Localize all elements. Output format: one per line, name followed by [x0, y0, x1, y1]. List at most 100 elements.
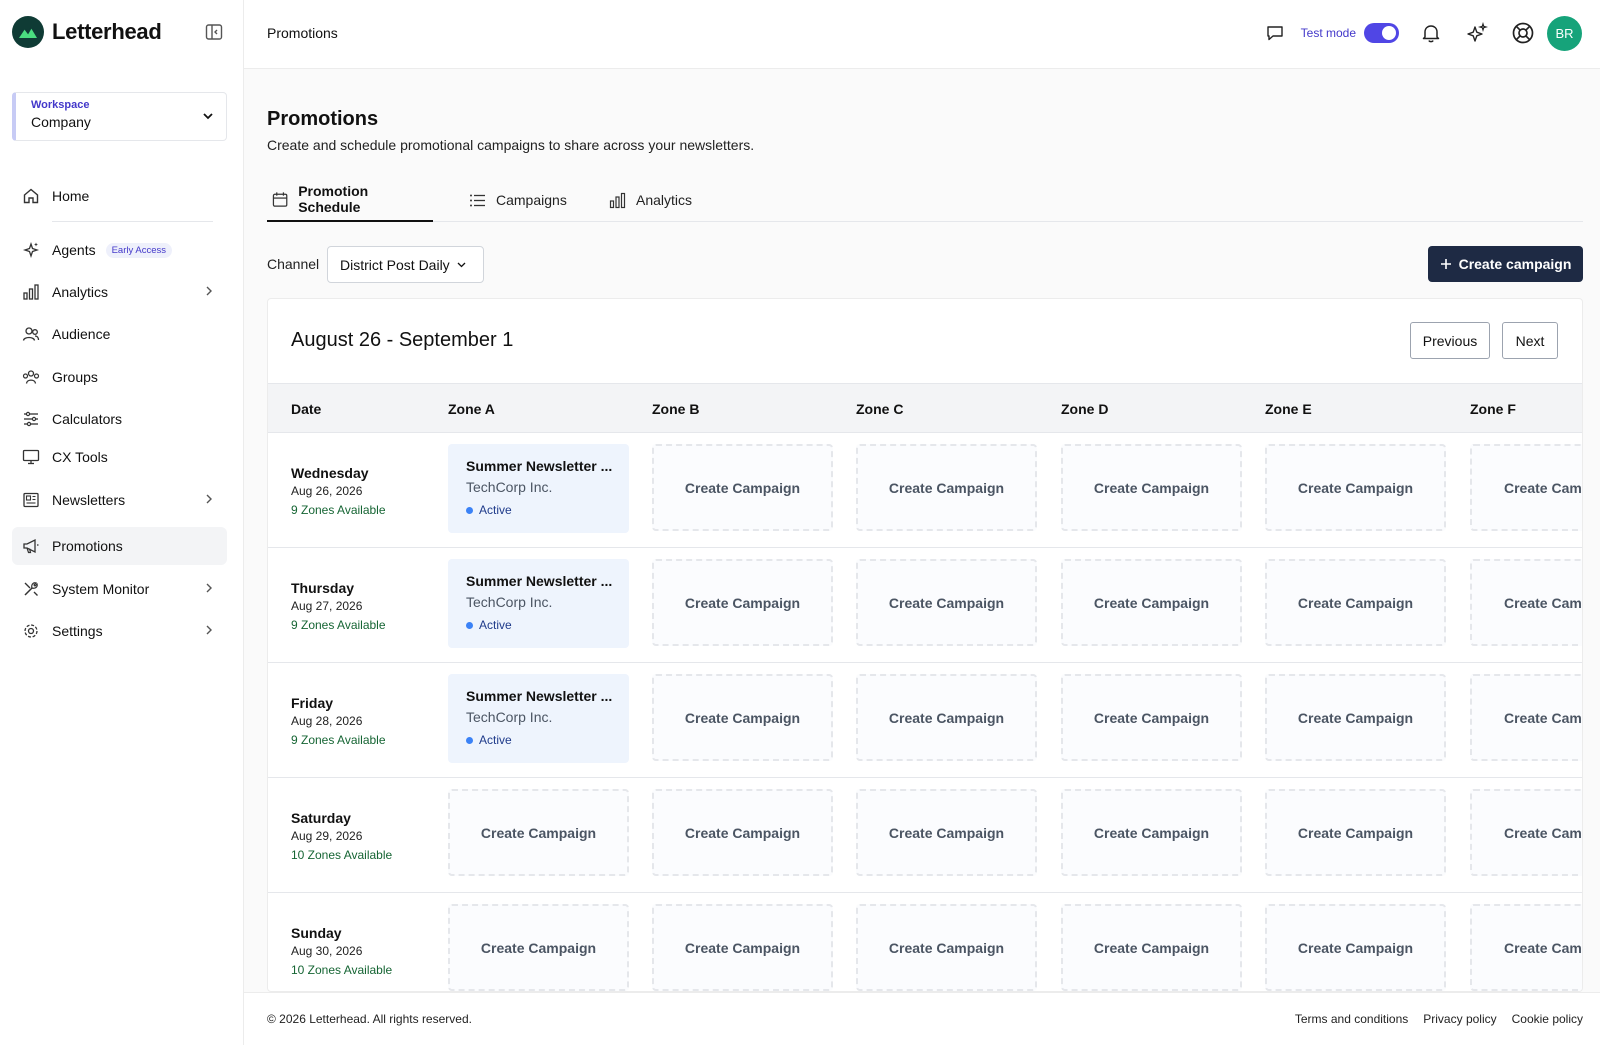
- terms-link[interactable]: Terms and conditions: [1295, 1012, 1408, 1026]
- workspace-selector[interactable]: Workspace Company: [12, 92, 227, 141]
- help-lifebuoy-icon[interactable]: [1511, 21, 1535, 45]
- create-campaign-cell[interactable]: Create Campaign: [856, 789, 1037, 876]
- copyright-text: © 2026 Letterhead. All rights reserved.: [267, 1012, 472, 1026]
- monitor-icon: [22, 449, 40, 465]
- tab-promotion-schedule[interactable]: Promotion Schedule: [267, 178, 433, 222]
- brand-logo[interactable]: Letterhead: [12, 16, 162, 48]
- create-campaign-cell[interactable]: Create Campaign: [1061, 674, 1242, 761]
- create-campaign-cell[interactable]: Create Cam: [1470, 789, 1582, 876]
- zones-available: 9 Zones Available: [291, 733, 386, 747]
- promotion-company: TechCorp Inc.: [466, 709, 553, 725]
- sidebar-item-home[interactable]: Home: [12, 177, 227, 215]
- create-campaign-cell[interactable]: Create Campaign: [652, 559, 833, 646]
- next-week-button[interactable]: Next: [1502, 322, 1558, 359]
- sidebar-item-label: Groups: [52, 369, 98, 385]
- week-range-title: August 26 - September 1: [291, 329, 514, 351]
- create-campaign-label: Create campaign: [1458, 256, 1572, 272]
- promotion-card[interactable]: Summer Newsletter ... TechCorp Inc. Acti…: [448, 674, 629, 763]
- create-campaign-cell[interactable]: Create Campaign: [856, 904, 1037, 991]
- create-campaign-cell[interactable]: Create Cam: [1470, 674, 1582, 761]
- create-campaign-cell[interactable]: Create Campaign: [856, 674, 1037, 761]
- chat-icon[interactable]: [1263, 21, 1287, 45]
- promotion-company: TechCorp Inc.: [466, 594, 553, 610]
- bell-icon[interactable]: [1419, 21, 1443, 45]
- plus-icon: [1440, 259, 1451, 269]
- list-icon: [470, 194, 485, 206]
- sidebar-item-promotions[interactable]: Promotions: [12, 527, 227, 565]
- day-name: Wednesday: [291, 465, 369, 481]
- gear-icon: [24, 624, 38, 638]
- table-row: Sunday Aug 30, 2026 10 Zones Available C…: [268, 893, 1582, 991]
- create-campaign-cell[interactable]: Create Campaign: [1061, 904, 1242, 991]
- schedule-table-header: Date Zone A Zone B Zone C Zone D Zone E …: [268, 383, 1582, 433]
- sidebar-item-audience[interactable]: Audience: [12, 315, 227, 353]
- footer-links: Terms and conditions Privacy policy Cook…: [1295, 1012, 1583, 1026]
- create-campaign-cell[interactable]: Create Cam: [1470, 444, 1582, 531]
- ai-sparkles-icon[interactable]: [1465, 21, 1489, 45]
- sidebar-item-settings[interactable]: Settings: [12, 612, 227, 650]
- status-dot-icon: [466, 621, 473, 629]
- create-campaign-cell[interactable]: Create Campaign: [856, 559, 1037, 646]
- chevron-down-icon: [203, 113, 213, 120]
- create-campaign-cell[interactable]: Create Campaign: [1265, 904, 1446, 991]
- page-subtitle: Create and schedule promotional campaign…: [267, 137, 755, 153]
- sidebar-item-cx-tools[interactable]: CX Tools: [12, 438, 227, 476]
- create-campaign-cell[interactable]: Create Campaign: [652, 444, 833, 531]
- promotion-status: Active: [466, 733, 629, 747]
- avatar[interactable]: BR: [1547, 15, 1582, 51]
- create-campaign-cell[interactable]: Create Campaign: [1265, 789, 1446, 876]
- status-dot-icon: [466, 506, 473, 514]
- create-campaign-cell[interactable]: Create Campaign: [652, 789, 833, 876]
- table-row: Saturday Aug 29, 2026 10 Zones Available…: [268, 778, 1582, 893]
- zones-available: 9 Zones Available: [291, 503, 386, 517]
- column-header-zone-f: Zone F: [1470, 401, 1516, 417]
- column-header-zone-a: Zone A: [448, 401, 495, 417]
- promotion-card[interactable]: Summer Newsletter ... TechCorp Inc. Acti…: [448, 559, 629, 648]
- table-row: Thursday Aug 27, 2026 9 Zones Available …: [268, 548, 1582, 663]
- status-dot-icon: [466, 736, 473, 744]
- create-campaign-button[interactable]: Create campaign: [1428, 246, 1583, 282]
- channel-select[interactable]: District Post Daily: [327, 246, 484, 283]
- day-name: Friday: [291, 695, 334, 711]
- toggle-knob: [1382, 26, 1396, 40]
- tab-analytics[interactable]: Analytics: [604, 178, 697, 222]
- create-campaign-cell[interactable]: Create Campaign: [652, 674, 833, 761]
- day-date: Aug 28, 2026: [291, 714, 363, 728]
- create-campaign-cell[interactable]: Create Campaign: [1265, 674, 1446, 761]
- cookie-policy-link[interactable]: Cookie policy: [1512, 1012, 1583, 1026]
- tab-campaigns[interactable]: Campaigns: [464, 178, 572, 222]
- status-label: Active: [479, 503, 512, 517]
- create-campaign-cell[interactable]: Create Campaign: [1061, 789, 1242, 876]
- sidebar-item-label: CX Tools: [52, 449, 108, 465]
- day-name: Saturday: [291, 810, 351, 826]
- chevron-right-icon: [206, 494, 212, 504]
- breadcrumb: Promotions: [267, 25, 338, 41]
- create-campaign-cell[interactable]: Create Campaign: [448, 904, 629, 991]
- sidebar-item-system-monitor[interactable]: System Monitor: [12, 570, 227, 608]
- newspaper-icon: [23, 492, 39, 508]
- bar-chart-icon: [609, 192, 626, 208]
- chevron-right-icon: [206, 625, 212, 635]
- create-campaign-cell[interactable]: Create Campaign: [652, 904, 833, 991]
- sidebar-item-newsletters[interactable]: Newsletters: [12, 481, 227, 519]
- sidebar-item-analytics[interactable]: Analytics: [12, 273, 227, 311]
- collapse-sidebar-icon[interactable]: [205, 23, 223, 41]
- test-mode-toggle[interactable]: [1364, 23, 1399, 43]
- chevron-right-icon: [206, 286, 212, 296]
- create-campaign-cell[interactable]: Create Campaign: [1265, 444, 1446, 531]
- create-campaign-cell[interactable]: Create Campaign: [856, 444, 1037, 531]
- sidebar-item-groups[interactable]: Groups: [12, 358, 227, 396]
- create-campaign-cell[interactable]: Create Campaign: [1061, 559, 1242, 646]
- create-campaign-cell[interactable]: Create Cam: [1470, 904, 1582, 991]
- sidebar-item-calculators[interactable]: Calculators: [12, 400, 227, 438]
- privacy-policy-link[interactable]: Privacy policy: [1423, 1012, 1496, 1026]
- create-campaign-cell[interactable]: Create Campaign: [448, 789, 629, 876]
- create-campaign-cell[interactable]: Create Cam: [1470, 559, 1582, 646]
- create-campaign-cell[interactable]: Create Campaign: [1061, 444, 1242, 531]
- previous-week-button[interactable]: Previous: [1410, 322, 1490, 359]
- table-row: Friday Aug 28, 2026 9 Zones Available Su…: [268, 663, 1582, 778]
- tab-label: Campaigns: [496, 192, 567, 208]
- sidebar-item-agents[interactable]: Agents Early Access: [12, 231, 227, 269]
- create-campaign-cell[interactable]: Create Campaign: [1265, 559, 1446, 646]
- promotion-card[interactable]: Summer Newsletter ... TechCorp Inc. Acti…: [448, 444, 629, 533]
